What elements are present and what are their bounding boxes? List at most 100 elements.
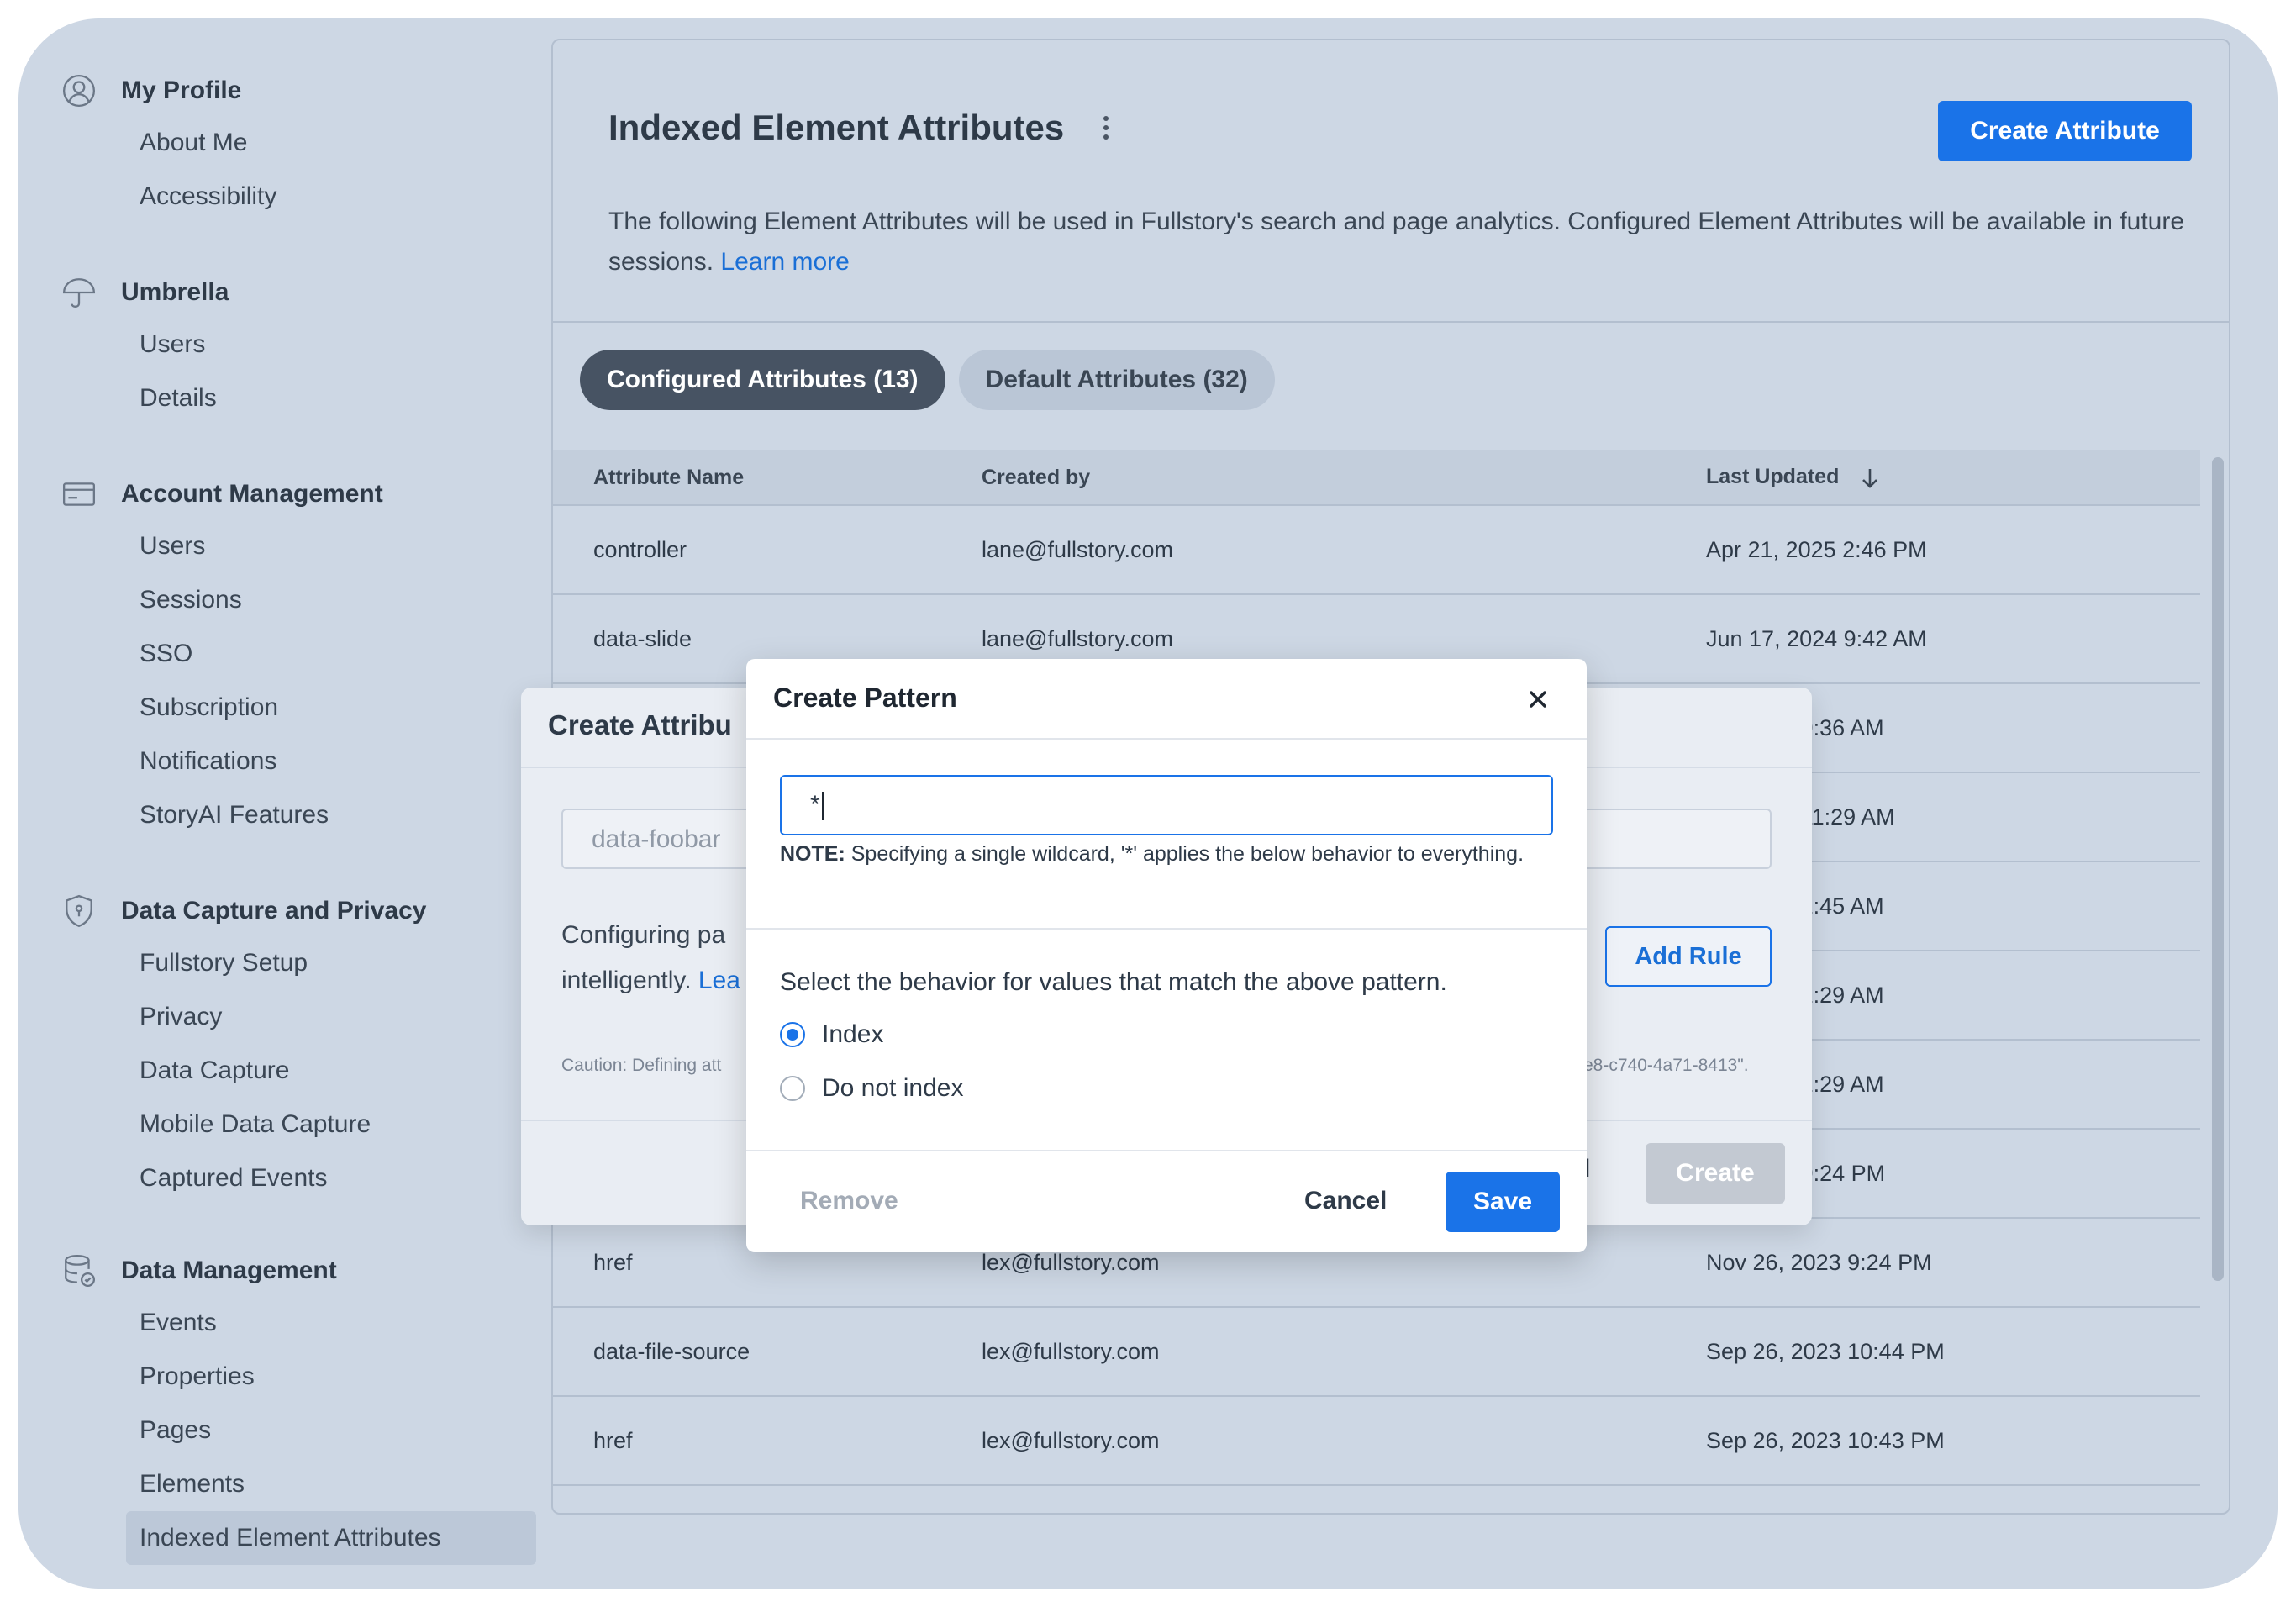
note-text: Specifying a single wildcard, '*' applie… <box>850 842 1525 866</box>
description-text: intelligently. <box>561 967 692 994</box>
dialog-header: Create Pattern <box>746 659 1587 740</box>
note-label: NOTE: <box>780 842 845 866</box>
divider <box>746 928 1587 930</box>
app-frame: My Profile About Me Accessibility Umbrel… <box>18 18 2278 1589</box>
radio-button-selected[interactable] <box>780 1022 805 1047</box>
sidebar-item-data-capture[interactable]: Data Capture <box>61 1044 426 1098</box>
sidebar-section-title: Umbrella <box>121 278 229 306</box>
sidebar-section-data-management: Data Management Events Properties Pages … <box>61 1246 536 1565</box>
table-row[interactable]: controller lane@fullstory.com Apr 21, 2025… <box>553 506 2200 595</box>
card-header: Indexed Element Attributes Create Attrib… <box>553 40 2229 323</box>
sidebar-item-accessibility[interactable]: Accessibility <box>61 170 276 224</box>
table-row[interactable]: data-file-source lex@fullstory.com Sep 26,… <box>553 1308 2200 1397</box>
close-icon[interactable] <box>1525 686 1551 713</box>
cell-attribute-name: href <box>593 1427 633 1453</box>
cell-attribute-name: href <box>593 1249 633 1275</box>
sidebar-section-title: Data Capture and Privacy <box>121 897 427 925</box>
radio-do-not-index[interactable]: Do not index <box>780 1074 963 1103</box>
sidebar-item-notifications[interactable]: Notifications <box>61 735 383 788</box>
cell-created-by: lane@fullstory.com <box>982 625 1173 651</box>
wildcard-note: NOTE: Specifying a single wildcard, '*' … <box>780 840 1536 867</box>
column-header-created-by[interactable]: Created by <box>982 466 1706 490</box>
sidebar-section-account-management: Account Management Users Sessions SSO Su… <box>61 469 383 842</box>
cell-attribute-name: controller <box>593 536 687 562</box>
radio-label: Do not index <box>822 1074 964 1102</box>
radio-index[interactable]: Index <box>780 1020 883 1049</box>
page-description: The following Element Attributes will be… <box>608 202 2188 282</box>
tab-default-attributes[interactable]: Default Attributes (32) <box>958 350 1275 410</box>
radio-button[interactable] <box>780 1076 805 1101</box>
learn-more-link[interactable]: Lea <box>698 967 740 994</box>
save-button[interactable]: Save <box>1446 1172 1560 1232</box>
sidebar-section-data-capture-privacy: Data Capture and Privacy Fullstory Setup… <box>61 886 426 1205</box>
table-header: Attribute Name Created by Last Updated <box>553 450 2200 506</box>
cell-created-by: lex@fullstory.com <box>982 1427 1160 1453</box>
pattern-input-value: * <box>810 791 820 819</box>
database-check-icon <box>61 1252 97 1289</box>
table-scrollbar[interactable] <box>2212 457 2224 1281</box>
sidebar-section-title: Account Management <box>121 480 383 508</box>
sidebar-item-events[interactable]: Events <box>61 1296 536 1350</box>
add-rule-button[interactable]: Add Rule <box>1605 926 1772 987</box>
sidebar-item-fullstory-setup[interactable]: Fullstory Setup <box>61 936 426 990</box>
sidebar-item-captured-events[interactable]: Captured Events <box>61 1151 426 1205</box>
sidebar-item-pages[interactable]: Pages <box>61 1404 536 1457</box>
sidebar-item-umbrella-users[interactable]: Users <box>61 318 229 371</box>
cell-last-updated: Nov 26, 2023 9:24 PM <box>1706 1249 1932 1275</box>
remove-button[interactable]: Remove <box>800 1187 898 1215</box>
cell-last-updated: Jun 17, 2024 9:42 AM <box>1706 625 1927 651</box>
cell-last-updated: Sep 26, 2023 10:44 PM <box>1706 1338 1945 1364</box>
cell-created-by: lane@fullstory.com <box>982 536 1173 562</box>
cancel-button[interactable]: Cancel <box>1304 1187 1387 1215</box>
behavior-question: Select the behavior for values that matc… <box>780 968 1447 996</box>
sidebar-item-privacy[interactable]: Privacy <box>61 990 426 1044</box>
cell-attribute-name: data-file-source <box>593 1338 750 1364</box>
table-row[interactable]: href lex@fullstory.com Sep 26, 2023 10:43 … <box>553 1397 2200 1486</box>
settings-sidebar: My Profile About Me Accessibility Umbrel… <box>18 18 548 1589</box>
dialog-title: Create Attribu <box>548 709 732 740</box>
cell-created-by: lex@fullstory.com <box>982 1338 1160 1364</box>
user-circle-icon <box>61 72 97 109</box>
create-attribute-button[interactable]: Create Attribute <box>1938 101 2192 161</box>
column-header-last-updated[interactable]: Last Updated <box>1706 465 2200 489</box>
sidebar-item-sso[interactable]: SSO <box>61 627 383 681</box>
sidebar-item-sessions[interactable]: Sessions <box>61 573 383 627</box>
create-button[interactable]: Create <box>1646 1143 1785 1204</box>
text-caret <box>821 792 824 821</box>
column-header-label: Last Updated <box>1706 465 1840 489</box>
more-options-icon[interactable] <box>1098 116 1114 146</box>
sidebar-item-account-users[interactable]: Users <box>61 519 383 573</box>
sidebar-item-subscription[interactable]: Subscription <box>61 681 383 735</box>
sidebar-item-elements[interactable]: Elements <box>61 1457 536 1511</box>
sidebar-item-storyai-features[interactable]: StoryAI Features <box>61 788 383 842</box>
sidebar-item-mobile-data-capture[interactable]: Mobile Data Capture <box>61 1098 426 1151</box>
shield-icon <box>61 893 97 930</box>
cell-last-updated: Apr 21, 2025 2:46 PM <box>1706 536 1927 562</box>
caution-text: Caution: Defining att <box>561 1056 722 1075</box>
page-title: Indexed Element Attributes <box>608 108 1065 147</box>
umbrella-icon <box>61 274 97 311</box>
sidebar-section-title: Data Management <box>121 1257 337 1284</box>
cell-last-updated: Sep 26, 2023 10:43 PM <box>1706 1427 1945 1453</box>
cell-attribute-name: data-slide <box>593 625 692 651</box>
sort-descending-icon <box>1862 468 1878 488</box>
dialog-title: Create Pattern <box>773 682 957 713</box>
credit-card-icon <box>61 476 97 513</box>
sidebar-item-about-me[interactable]: About Me <box>61 116 276 170</box>
column-header-attribute-name[interactable]: Attribute Name <box>553 466 982 490</box>
radio-label: Index <box>822 1020 884 1048</box>
sidebar-item-indexed-element-attributes[interactable]: Indexed Element Attributes <box>126 1511 536 1565</box>
attribute-tabs: Configured Attributes (13) Default Attri… <box>580 350 1275 410</box>
sidebar-item-details[interactable]: Details <box>61 371 229 425</box>
create-pattern-dialog: Create Pattern * NOTE: Specifying a sing… <box>746 659 1587 1252</box>
sidebar-section-umbrella: Umbrella Users Details <box>61 267 229 425</box>
divider <box>746 1150 1587 1151</box>
pattern-input[interactable]: * <box>780 775 1553 835</box>
tab-configured-attributes[interactable]: Configured Attributes (13) <box>580 350 945 410</box>
cell-created-by: lex@fullstory.com <box>982 1249 1160 1275</box>
caution-text-end: e8-c740-4a71-8413". <box>1583 1056 1749 1075</box>
sidebar-item-properties[interactable]: Properties <box>61 1350 536 1404</box>
sidebar-section-my-profile: My Profile About Me Accessibility <box>61 66 276 224</box>
learn-more-link[interactable]: Learn more <box>720 248 849 276</box>
sidebar-section-title: My Profile <box>121 76 242 104</box>
